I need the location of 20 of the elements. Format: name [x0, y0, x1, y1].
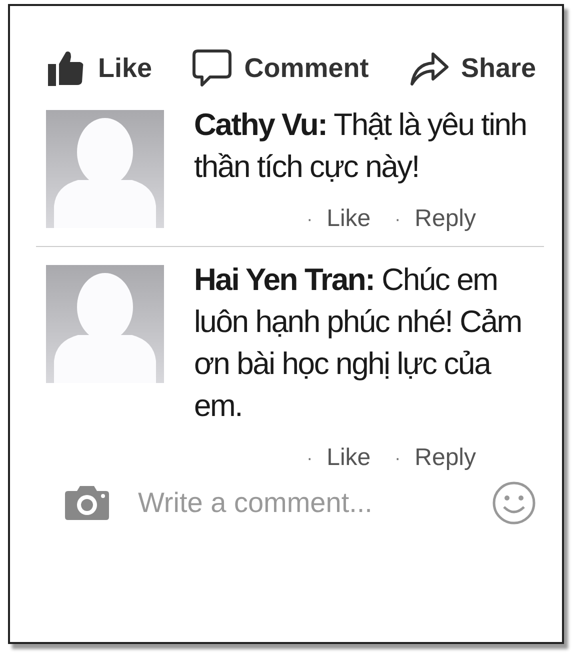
comment-button[interactable]: Comment: [192, 48, 369, 88]
separator-dot: ·: [306, 448, 313, 468]
separator-dot: ·: [306, 208, 313, 230]
reply-link[interactable]: Reply: [414, 444, 476, 472]
like-link[interactable]: Like: [326, 444, 371, 472]
speech-bubble-icon: [192, 48, 232, 88]
separator-dot: ·: [394, 208, 401, 230]
smiley-icon[interactable]: [492, 481, 536, 525]
comment-text: Hai Yen Tran: Chúc em luôn hạnh phúc nhé! Cảm ơn bài học nghị lực của em.: [194, 261, 522, 425]
avatar-placeholder-icon: [46, 110, 164, 228]
like-link[interactable]: Like: [326, 205, 371, 233]
like-button[interactable]: Like: [46, 48, 152, 88]
reply-link[interactable]: Reply: [414, 205, 476, 233]
share-arrow-icon: [408, 50, 449, 86]
share-button[interactable]: Share: [408, 50, 536, 86]
avatar-placeholder-icon: [46, 265, 164, 383]
comment-text: Cathy Vu: Thật là yêu tinh thần tích cực này!: [194, 106, 528, 186]
separator-dot: ·: [394, 448, 401, 468]
camera-icon[interactable]: [64, 485, 110, 521]
comment-input-field[interactable]: Write a comment...: [136, 486, 466, 520]
